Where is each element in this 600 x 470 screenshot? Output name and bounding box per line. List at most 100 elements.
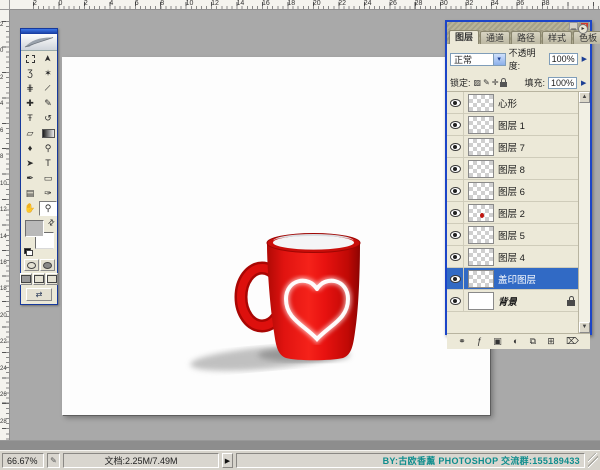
- tool-grid: ➤ Ʒ ✶ ⋕ ∕ ✚ ✎ Ŧ ↺ ▱ ♦: [21, 51, 57, 216]
- tool-pen[interactable]: ✒: [21, 171, 39, 186]
- tool-healing-brush[interactable]: ✚: [21, 96, 39, 111]
- scroll-down-icon[interactable]: ▼: [579, 322, 590, 333]
- layer-thumbnail[interactable]: [468, 138, 494, 156]
- status-menu-arrow[interactable]: ▶: [222, 453, 233, 468]
- layers-panel-titlebar[interactable]: ▁ ✕: [447, 22, 590, 30]
- tool-lasso[interactable]: Ʒ: [21, 66, 39, 81]
- tool-clone-stamp[interactable]: Ŧ: [21, 111, 39, 126]
- panel-tab-styles[interactable]: 样式: [542, 31, 572, 44]
- tool-magic-wand[interactable]: ✶: [39, 66, 57, 81]
- foreground-color-swatch[interactable]: [25, 220, 44, 237]
- tool-eyedropper[interactable]: ✑: [39, 186, 57, 201]
- tool-history-brush[interactable]: ↺: [39, 111, 57, 126]
- panel-tab-channels[interactable]: 通道: [480, 31, 510, 44]
- layer-thumbnail[interactable]: [468, 160, 494, 178]
- tool-notes[interactable]: ▤: [21, 186, 39, 201]
- lock-icon-lock-move[interactable]: ✛: [492, 78, 499, 88]
- eye-icon: [450, 121, 461, 129]
- panel-menu-button[interactable]: ▸: [578, 24, 588, 34]
- ruler-vertical[interactable]: 2024681012141618202224262830: [0, 10, 10, 450]
- layer-thumbnail[interactable]: [468, 292, 494, 310]
- visibility-toggle[interactable]: [447, 158, 464, 179]
- quick-mask-button[interactable]: [40, 259, 55, 271]
- tool-shape[interactable]: ▭: [39, 171, 57, 186]
- tool-gradient[interactable]: [39, 126, 57, 141]
- scroll-up-icon[interactable]: ▲: [579, 92, 590, 103]
- layers-action-layer-mask[interactable]: ▣: [493, 335, 502, 348]
- tool-brush[interactable]: ✎: [39, 96, 57, 111]
- layer-thumbnail[interactable]: [468, 182, 494, 200]
- layer-row[interactable]: 图层 5: [447, 224, 578, 246]
- panel-tab-paths[interactable]: 路径: [511, 31, 541, 44]
- layer-row[interactable]: 盖印图层: [447, 268, 578, 290]
- tool-blur[interactable]: ♦: [21, 141, 39, 156]
- layers-action-new-group[interactable]: ⧉: [530, 335, 536, 348]
- fullscreen-menubar-button[interactable]: [33, 273, 45, 285]
- visibility-toggle[interactable]: [447, 136, 464, 157]
- layer-thumbnail[interactable]: [468, 226, 494, 244]
- layers-action-adjustment-layer[interactable]: ◐: [513, 335, 518, 348]
- layers-scrollbar[interactable]: ▲ ▼: [578, 92, 590, 333]
- layer-row[interactable]: 图层 4: [447, 246, 578, 268]
- lock-icon-lock-transparent[interactable]: ▨: [474, 78, 482, 88]
- fill-field[interactable]: 100%: [548, 77, 577, 89]
- tool-crop[interactable]: ⋕: [21, 81, 39, 96]
- standard-screen-button[interactable]: [20, 273, 32, 285]
- swap-colors-icon[interactable]: ⇄: [46, 217, 57, 228]
- layers-action-delete-layer[interactable]: ⌦: [566, 335, 579, 348]
- document-size-field[interactable]: 文档:2.25M/7.49M: [63, 453, 219, 468]
- lock-icon-lock-paint[interactable]: ✎: [483, 78, 490, 88]
- tool-rectangular-marquee[interactable]: [21, 51, 39, 66]
- layers-action-new-layer[interactable]: ⊞: [547, 335, 555, 348]
- tool-zoom[interactable]: ⚲: [39, 201, 57, 216]
- opacity-field[interactable]: 100%: [549, 53, 578, 65]
- visibility-toggle[interactable]: [447, 224, 464, 245]
- jump-to-imageready-button[interactable]: ⇄: [26, 288, 52, 301]
- visibility-toggle[interactable]: [447, 246, 464, 267]
- tool-type[interactable]: T: [39, 156, 57, 171]
- layer-thumbnail[interactable]: [468, 116, 494, 134]
- blend-mode-select[interactable]: 正常 ▾: [450, 53, 506, 66]
- tool-move[interactable]: ➤: [39, 51, 57, 66]
- layer-thumbnail[interactable]: [468, 248, 494, 266]
- visibility-toggle[interactable]: [447, 92, 464, 113]
- visibility-toggle[interactable]: [447, 290, 464, 311]
- tool-path-selection[interactable]: ➤: [21, 156, 39, 171]
- tool-hand[interactable]: ✋: [21, 201, 39, 216]
- default-colors-icon[interactable]: [24, 248, 33, 256]
- layer-thumbnail[interactable]: [468, 204, 494, 222]
- visibility-toggle[interactable]: [447, 268, 464, 289]
- opacity-slider-arrow-icon[interactable]: ▶: [582, 55, 587, 63]
- tool-dodge[interactable]: ⚲: [39, 141, 57, 156]
- minimize-icon[interactable]: ▁: [569, 22, 578, 30]
- layer-row[interactable]: 心形: [447, 92, 578, 114]
- layer-row[interactable]: 图层 8: [447, 158, 578, 180]
- visibility-toggle[interactable]: [447, 202, 464, 223]
- chevron-down-icon[interactable]: ▾: [493, 54, 505, 65]
- layer-thumbnail[interactable]: [468, 94, 494, 112]
- lock-icon-lock-all[interactable]: [500, 78, 507, 87]
- ruler-label: 20: [0, 312, 9, 338]
- layer-row[interactable]: 背景: [447, 290, 578, 312]
- zoom-level-field[interactable]: 66.67%: [2, 453, 44, 468]
- visibility-toggle[interactable]: [447, 114, 464, 135]
- visibility-toggle[interactable]: [447, 180, 464, 201]
- resize-grip[interactable]: [588, 453, 598, 468]
- panel-tab-layers[interactable]: 图层: [449, 30, 479, 44]
- fullscreen-button[interactable]: [46, 273, 58, 285]
- layer-row[interactable]: 图层 1: [447, 114, 578, 136]
- tool-slice[interactable]: ∕: [39, 81, 57, 96]
- layers-action-layer-style[interactable]: ƒ: [477, 335, 482, 348]
- layer-row[interactable]: 图层 2: [447, 202, 578, 224]
- layer-thumbnail[interactable]: [468, 270, 494, 288]
- fill-slider-arrow-icon[interactable]: ▶: [581, 79, 586, 87]
- standard-mode-button[interactable]: [24, 259, 39, 271]
- document-canvas[interactable]: [62, 57, 490, 415]
- ruler-horizontal[interactable]: 202468101214161820222426283032343638: [10, 0, 600, 10]
- status-mini-icon[interactable]: ✎: [47, 453, 60, 468]
- layer-row[interactable]: 图层 6: [447, 180, 578, 202]
- layer-row[interactable]: 图层 7: [447, 136, 578, 158]
- layers-action-link[interactable]: ⚭: [458, 335, 466, 348]
- tool-eraser[interactable]: ▱: [21, 126, 39, 141]
- panel-tab-swatches[interactable]: 色板: [573, 31, 600, 44]
